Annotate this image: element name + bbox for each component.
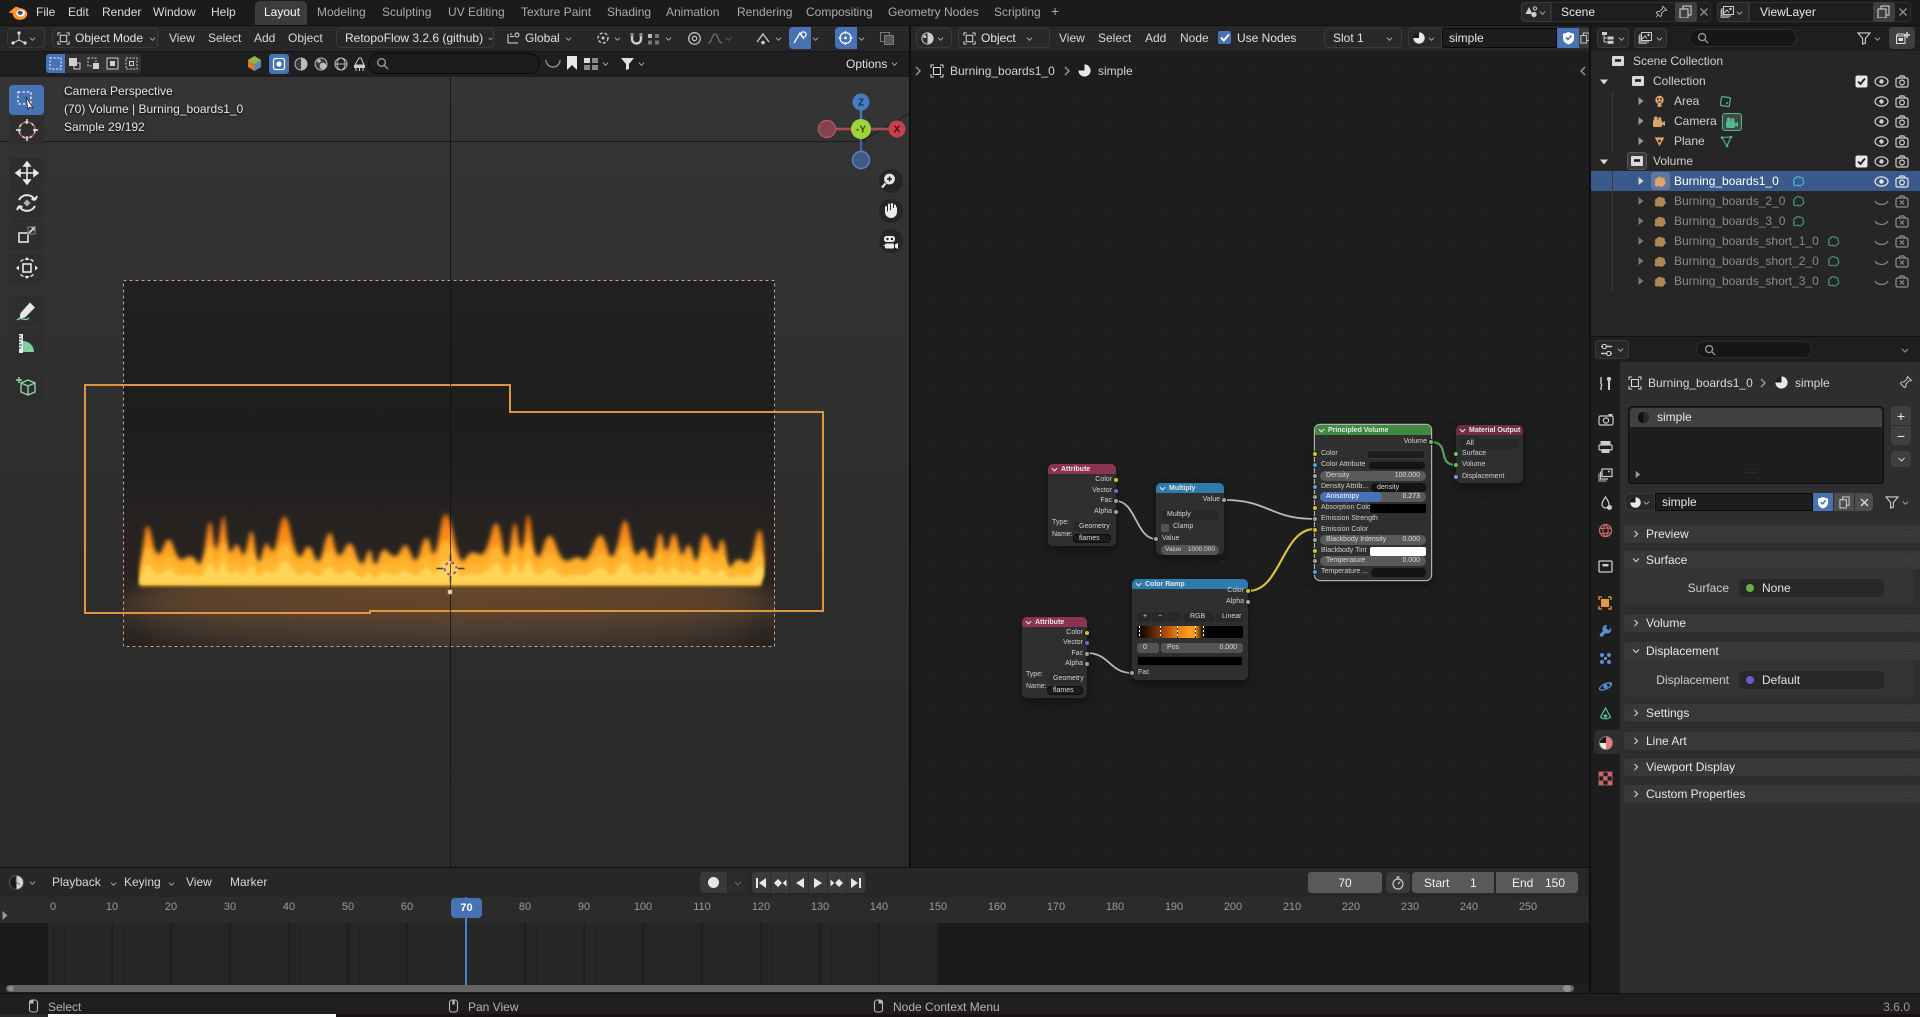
svg-text:X: X (894, 125, 901, 136)
svg-text:Z: Z (858, 98, 864, 109)
svg-text:-Y: -Y (856, 125, 866, 136)
